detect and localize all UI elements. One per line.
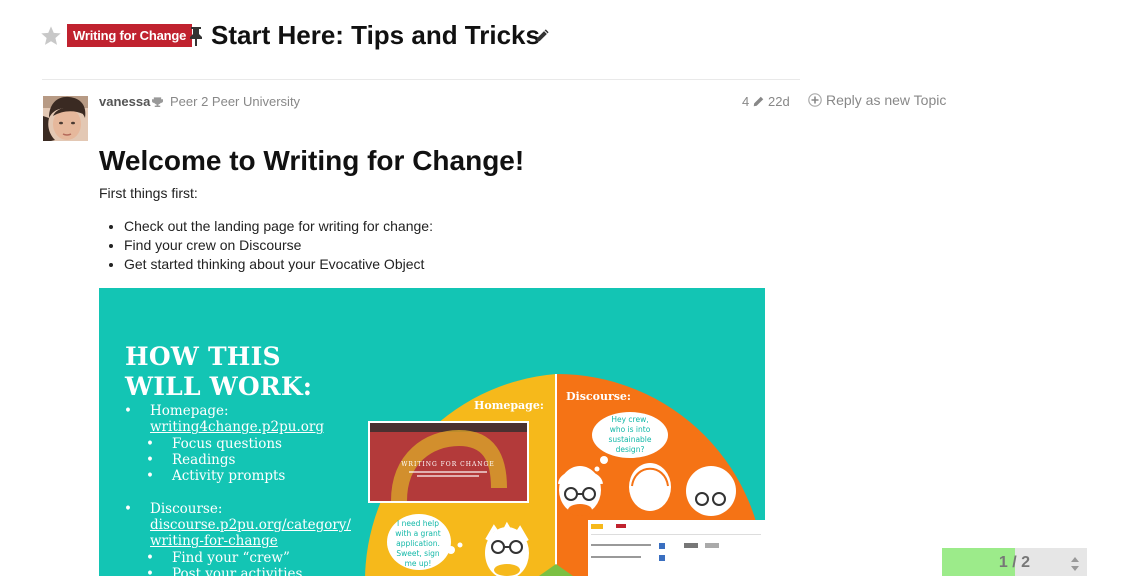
bubble-text-line: me up! — [405, 559, 432, 568]
avatar[interactable] — [43, 96, 88, 141]
crew-head-icon — [485, 521, 529, 576]
edit-title-pencil-icon[interactable] — [535, 28, 550, 43]
list-item: Find your crew on Discourse — [124, 236, 433, 255]
infographic-list: • Homepage: writing4change.p2pu.org • Focu… — [124, 403, 351, 576]
topic-progress[interactable]: 1 / 2 — [942, 548, 1087, 576]
infographic-heading: HOW THIS WILL WORK: — [125, 342, 313, 401]
pin-icon — [190, 27, 202, 46]
bubble-text-line: sustainable — [609, 435, 652, 444]
bubble-text-line: application. — [396, 539, 440, 548]
post-bullet-list: Check out the landing page for writing f… — [99, 217, 433, 274]
topic-title: Start Here: Tips and Tricks — [211, 20, 540, 50]
avatar-image — [43, 96, 88, 141]
star-icon[interactable] — [40, 25, 62, 47]
bubble-text-line: design? — [616, 445, 645, 454]
reply-as-new-topic-button[interactable]: Reply as new Topic — [808, 92, 946, 112]
bubble-text-line: who is into — [610, 425, 651, 434]
topic-progress-label: 1 / 2 — [998, 554, 1030, 571]
list-item: Get started thinking about your Evocativ… — [124, 255, 433, 274]
crew-head-icon — [686, 466, 736, 516]
pie-label-homepage: Homepage: — [474, 399, 544, 412]
post-username[interactable]: vanessa — [99, 94, 150, 110]
category-badge[interactable]: Writing for Change — [67, 24, 193, 47]
post-image[interactable]: Homepage: Discourse: WRITING FOR CHANGE … — [99, 288, 765, 576]
title-divider — [42, 79, 800, 80]
edit-count[interactable]: 4 — [742, 94, 749, 110]
bubble-text-line: Hey crew, — [611, 415, 648, 424]
crew-head-icon — [629, 463, 671, 511]
pencil-icon[interactable] — [753, 96, 764, 107]
reply-as-new-topic-label: Reply as new Topic — [826, 92, 947, 108]
bubble-text-line: with a grant — [395, 529, 440, 538]
post-heading: Welcome to Writing for Change! — [99, 145, 525, 176]
post-age[interactable]: 22d — [768, 94, 790, 110]
user-group-name[interactable]: Peer 2 Peer University — [170, 94, 300, 110]
trophy-icon — [152, 97, 163, 108]
post-intro: First things first: — [99, 185, 198, 201]
plus-circle-icon — [808, 93, 822, 107]
bubble-text-line: I need help — [397, 519, 439, 528]
expand-arrows-icon[interactable] — [1070, 557, 1080, 571]
list-item: Check out the landing page for writing f… — [124, 217, 433, 236]
pie-label-discourse: Discourse: — [566, 390, 631, 403]
thumbnail-title: WRITING FOR CHANGE — [401, 461, 494, 468]
bubble-text-line: Sweet, sign — [396, 549, 440, 558]
